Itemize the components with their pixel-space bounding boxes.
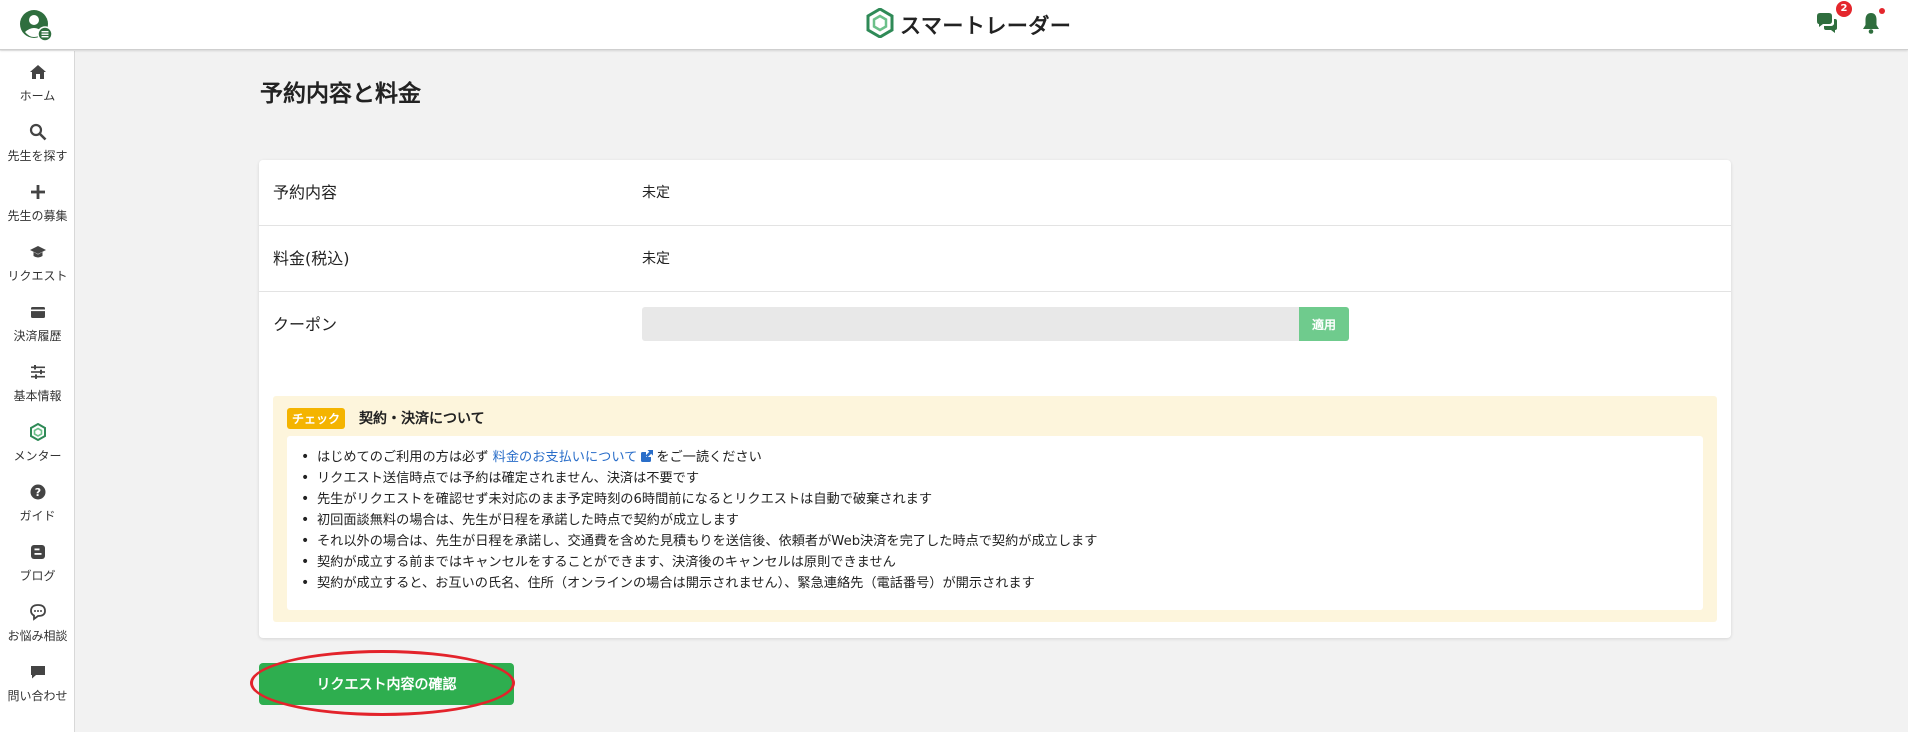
check-tag: チェック <box>287 407 346 429</box>
brand-logo[interactable]: スマートレーダー <box>866 7 1072 42</box>
reservation-row: 予約内容 未定 <box>259 160 1731 226</box>
reservation-value: 未定 <box>642 185 670 201</box>
list-item: はじめてのご利用の方は必ず 料金のお支払いについてをご一読ください <box>301 447 1703 468</box>
notice-header: チェック 契約・決済について <box>287 407 485 429</box>
contract-notice: チェック 契約・決済について はじめてのご利用の方は必ず 料金のお支払いについて… <box>273 396 1717 622</box>
sidebar-item-payment-history[interactable]: 決済履歴 <box>0 297 75 355</box>
sidebar-item-label: ブログ <box>19 569 56 583</box>
apply-coupon-button[interactable]: 適用 <box>1299 307 1349 341</box>
chat-count-badge: 2 <box>1836 1 1852 17</box>
sidebar-item-mentor[interactable]: メンター <box>0 417 75 475</box>
speech-bubble-icon <box>0 597 75 623</box>
sidebar-item-label: お悩み相談 <box>7 629 68 643</box>
wallet-icon <box>0 297 75 323</box>
sidebar-item-basic-info[interactable]: 基本情報 <box>0 357 75 415</box>
graduation-cap-icon <box>0 237 75 263</box>
list-item: 初回面談無料の場合は、先生が日程を承諾した時点で契約が成立します <box>301 510 1703 531</box>
sidebar-item-home[interactable]: ホーム <box>0 57 75 115</box>
search-icon <box>0 117 75 143</box>
svg-text:?: ? <box>34 486 40 499</box>
sidebar-item-label: 先生の募集 <box>7 209 68 223</box>
plus-icon <box>0 177 75 203</box>
sidebar-item-label: 問い合わせ <box>7 689 68 703</box>
coupon-row: クーポン 適用 <box>259 292 1731 358</box>
sidebar-item-request[interactable]: リクエスト <box>0 237 75 295</box>
notice-title: 契約・決済について <box>359 411 485 427</box>
sliders-icon <box>0 357 75 383</box>
list-item: リクエスト送信時点では予約は確定されません、決済は不要です <box>301 468 1703 489</box>
sidebar-item-contact[interactable]: 問い合わせ <box>0 657 75 715</box>
fee-label: 料金(税込) <box>273 249 350 268</box>
list-item: 先生がリクエストを確認せず未対応のまま予定時刻の6時間前になるとリクエストは自動… <box>301 489 1703 510</box>
sidebar-item-label: ホーム <box>19 89 56 103</box>
coupon-label: クーポン <box>273 315 338 334</box>
list-item: それ以外の場合は、先生が日程を承諾し、交通費を含めた見積もりを送信後、依頼者がW… <box>301 531 1703 552</box>
logo-text: スマートレーダー <box>900 14 1072 38</box>
payment-info-link[interactable]: 料金のお支払いについて <box>493 450 638 465</box>
bell-icon[interactable] <box>1858 10 1884 36</box>
list-item: 契約が成立すると、お互いの氏名、住所（オンラインの場合は開示されません）、緊急連… <box>301 573 1703 594</box>
sidebar-item-label: リクエスト <box>7 269 68 283</box>
logo-hexagon-icon <box>866 7 894 42</box>
mentor-hexagon-icon <box>0 417 75 443</box>
message-icon <box>0 657 75 683</box>
blog-icon <box>0 537 75 563</box>
sidebar-item-consultation[interactable]: お悩み相談 <box>0 597 75 655</box>
coupon-input[interactable] <box>642 307 1299 341</box>
sidebar-item-label: 基本情報 <box>13 389 62 403</box>
sidebar-item-label: 決済履歴 <box>13 329 62 343</box>
sidebar-item-search-teacher[interactable]: 先生を探す <box>0 117 75 175</box>
notice-list: はじめてのご利用の方は必ず 料金のお支払いについてをご一読ください リクエスト送… <box>287 436 1703 594</box>
sidebar-item-label: 先生を探す <box>7 149 68 163</box>
page-title: 予約内容と料金 <box>260 81 421 107</box>
sidebar-item-guide[interactable]: ? ガイド <box>0 477 75 535</box>
question-icon: ? <box>0 477 75 503</box>
external-link-icon <box>640 449 654 463</box>
sidebar-item-label: ガイド <box>19 509 56 523</box>
notification-dot <box>1879 8 1885 14</box>
user-menu-icon[interactable] <box>18 8 54 44</box>
fee-row: 料金(税込) 未定 <box>259 226 1731 292</box>
confirm-request-button[interactable]: リクエスト内容の確認 <box>259 663 514 705</box>
fee-value: 未定 <box>642 251 670 267</box>
home-icon <box>0 57 75 83</box>
list-item: 契約が成立する前まではキャンセルをすることができます、決済後のキャンセルは原則で… <box>301 552 1703 573</box>
chat-icon[interactable] <box>1814 10 1840 36</box>
sidebar-item-blog[interactable]: ブログ <box>0 537 75 595</box>
reservation-card: 予約内容 未定 料金(税込) 未定 クーポン 適用 チェック 契約・決済について… <box>259 160 1731 638</box>
notice-body: はじめてのご利用の方は必ず 料金のお支払いについてをご一読ください リクエスト送… <box>287 436 1703 610</box>
sidebar-item-label: メンター <box>13 449 62 463</box>
sidebar-item-recruit-teacher[interactable]: 先生の募集 <box>0 177 75 235</box>
reservation-label: 予約内容 <box>273 183 338 202</box>
sidebar: ホーム 先生を探す 先生の募集 リクエスト 決済履歴 基本情報 メンター ? ガ… <box>0 51 75 732</box>
top-header: スマートレーダー 2 <box>0 0 1908 50</box>
